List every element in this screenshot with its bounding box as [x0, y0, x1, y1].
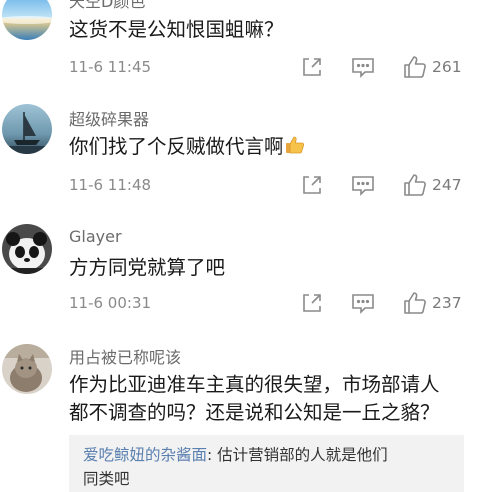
share-icon[interactable]	[299, 290, 325, 316]
reply-comment-icon[interactable]	[350, 172, 376, 198]
like-count: 261	[432, 58, 462, 76]
comment-text: 你们找了个反贼做代言啊	[69, 132, 305, 162]
avatar[interactable]	[2, 344, 52, 394]
comment-text-content: 你们找了个反贼做代言啊	[69, 135, 284, 158]
share-icon[interactable]	[299, 172, 325, 198]
reply-comment-icon[interactable]	[350, 54, 376, 80]
share-icon[interactable]	[299, 54, 325, 80]
thumbs-up-emoji	[285, 134, 305, 154]
reply-comment-icon[interactable]	[350, 290, 376, 316]
username[interactable]: 用占被已称呢该	[69, 344, 181, 368]
comment-actions: 11-6 11:45 261	[0, 54, 480, 82]
avatar[interactable]	[2, 0, 52, 40]
reply-preview[interactable]: 爱吃鲸妞的杂酱面: 估计营销部的人就是他们 同类吧	[69, 435, 464, 492]
like-count: 237	[432, 294, 462, 312]
username[interactable]: 超级碎果器	[69, 106, 149, 130]
comment-text: 方方同党就算了吧	[69, 256, 226, 279]
comment-time: 11-6 11:48	[69, 176, 152, 194]
avatar[interactable]	[2, 104, 52, 154]
reply-text: 爱吃鲸妞的杂酱面: 估计营销部的人就是他们 同类吧	[83, 443, 453, 491]
reply-separator: :	[207, 446, 218, 464]
username[interactable]: 天空D颜色	[69, 0, 145, 12]
like-thumb-icon[interactable]	[402, 290, 428, 316]
comment-time: 11-6 00:31	[69, 294, 152, 312]
comment-text: 这货不是公知恨国蛆嘛？	[69, 18, 284, 41]
like-count: 247	[432, 176, 462, 194]
like-thumb-icon[interactable]	[402, 54, 428, 80]
comment-text-line: 都不调查的吗？还是说和公知是一丘之貉？	[69, 401, 440, 424]
reply-content: 估计营销部的人就是他们	[217, 446, 388, 464]
comment-actions: 11-6 11:48 247	[0, 172, 480, 200]
comment-actions: 11-6 00:31 237	[0, 290, 480, 318]
comment-time: 11-6 11:45	[69, 58, 152, 76]
comment-text-line: 作为比亚迪准车主真的很失望，市场部请人	[69, 373, 440, 396]
avatar[interactable]	[2, 224, 52, 274]
reply-content: 同类吧	[83, 470, 130, 488]
username[interactable]: Glayer	[69, 227, 122, 246]
like-thumb-icon[interactable]	[402, 172, 428, 198]
reply-author[interactable]: 爱吃鲸妞的杂酱面	[83, 446, 207, 464]
